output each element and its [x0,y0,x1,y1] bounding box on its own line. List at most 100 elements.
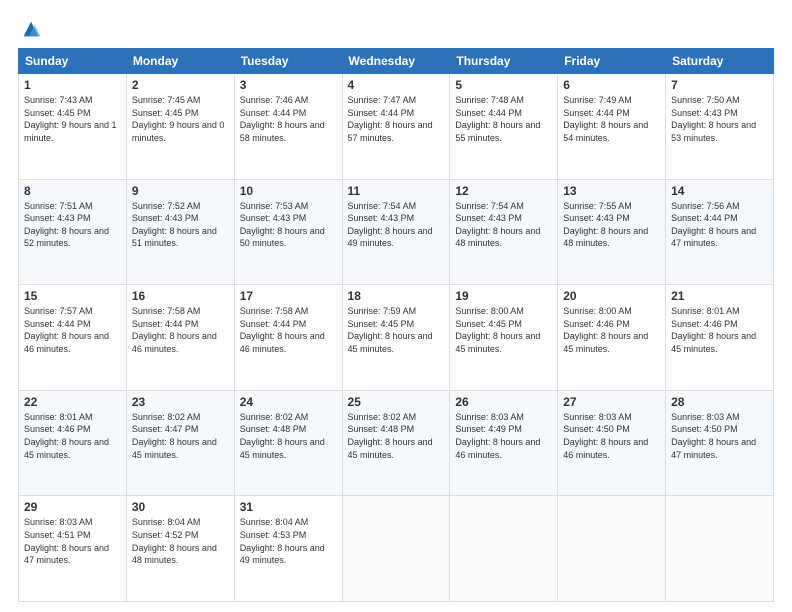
calendar-week-5: 29 Sunrise: 8:03 AMSunset: 4:51 PMDaylig… [19,496,774,602]
logo-text [18,18,42,40]
day-number: 1 [24,78,121,92]
calendar-cell: 25 Sunrise: 8:02 AMSunset: 4:48 PMDaylig… [342,390,450,496]
day-info: Sunrise: 8:03 AMSunset: 4:50 PMDaylight:… [563,412,648,460]
calendar-cell: 20 Sunrise: 8:00 AMSunset: 4:46 PMDaylig… [558,285,666,391]
calendar-cell [666,496,774,602]
day-info: Sunrise: 8:04 AMSunset: 4:52 PMDaylight:… [132,517,217,565]
day-number: 15 [24,289,121,303]
calendar-body: 1 Sunrise: 7:43 AMSunset: 4:45 PMDayligh… [19,74,774,602]
day-number: 30 [132,500,229,514]
day-info: Sunrise: 7:47 AMSunset: 4:44 PMDaylight:… [348,95,433,143]
day-info: Sunrise: 7:48 AMSunset: 4:44 PMDaylight:… [455,95,540,143]
calendar-cell: 19 Sunrise: 8:00 AMSunset: 4:45 PMDaylig… [450,285,558,391]
header [18,18,774,40]
calendar-cell: 22 Sunrise: 8:01 AMSunset: 4:46 PMDaylig… [19,390,127,496]
weekday-friday: Friday [558,49,666,74]
day-info: Sunrise: 8:02 AMSunset: 4:48 PMDaylight:… [240,412,325,460]
day-number: 7 [671,78,768,92]
day-info: Sunrise: 8:01 AMSunset: 4:46 PMDaylight:… [671,306,756,354]
calendar-cell [558,496,666,602]
calendar-cell: 28 Sunrise: 8:03 AMSunset: 4:50 PMDaylig… [666,390,774,496]
day-info: Sunrise: 8:00 AMSunset: 4:46 PMDaylight:… [563,306,648,354]
day-info: Sunrise: 7:50 AMSunset: 4:43 PMDaylight:… [671,95,756,143]
day-info: Sunrise: 7:53 AMSunset: 4:43 PMDaylight:… [240,201,325,249]
day-info: Sunrise: 7:54 AMSunset: 4:43 PMDaylight:… [455,201,540,249]
calendar-cell [450,496,558,602]
day-info: Sunrise: 7:59 AMSunset: 4:45 PMDaylight:… [348,306,433,354]
day-info: Sunrise: 8:03 AMSunset: 4:51 PMDaylight:… [24,517,109,565]
day-number: 11 [348,184,445,198]
calendar-cell: 31 Sunrise: 8:04 AMSunset: 4:53 PMDaylig… [234,496,342,602]
calendar-cell: 16 Sunrise: 7:58 AMSunset: 4:44 PMDaylig… [126,285,234,391]
calendar-cell: 12 Sunrise: 7:54 AMSunset: 4:43 PMDaylig… [450,179,558,285]
day-number: 4 [348,78,445,92]
day-number: 27 [563,395,660,409]
calendar-cell: 21 Sunrise: 8:01 AMSunset: 4:46 PMDaylig… [666,285,774,391]
calendar-cell: 3 Sunrise: 7:46 AMSunset: 4:44 PMDayligh… [234,74,342,180]
day-info: Sunrise: 7:54 AMSunset: 4:43 PMDaylight:… [348,201,433,249]
calendar-week-3: 15 Sunrise: 7:57 AMSunset: 4:44 PMDaylig… [19,285,774,391]
calendar-cell: 15 Sunrise: 7:57 AMSunset: 4:44 PMDaylig… [19,285,127,391]
calendar-cell: 10 Sunrise: 7:53 AMSunset: 4:43 PMDaylig… [234,179,342,285]
calendar-cell: 24 Sunrise: 8:02 AMSunset: 4:48 PMDaylig… [234,390,342,496]
calendar-cell: 11 Sunrise: 7:54 AMSunset: 4:43 PMDaylig… [342,179,450,285]
calendar-cell: 27 Sunrise: 8:03 AMSunset: 4:50 PMDaylig… [558,390,666,496]
calendar-cell [342,496,450,602]
day-info: Sunrise: 8:00 AMSunset: 4:45 PMDaylight:… [455,306,540,354]
day-number: 22 [24,395,121,409]
calendar-cell: 14 Sunrise: 7:56 AMSunset: 4:44 PMDaylig… [666,179,774,285]
day-number: 24 [240,395,337,409]
day-number: 23 [132,395,229,409]
calendar-week-1: 1 Sunrise: 7:43 AMSunset: 4:45 PMDayligh… [19,74,774,180]
calendar-cell: 26 Sunrise: 8:03 AMSunset: 4:49 PMDaylig… [450,390,558,496]
day-info: Sunrise: 7:55 AMSunset: 4:43 PMDaylight:… [563,201,648,249]
weekday-monday: Monday [126,49,234,74]
logo-icon [20,18,42,40]
day-info: Sunrise: 7:45 AMSunset: 4:45 PMDaylight:… [132,95,225,143]
day-number: 16 [132,289,229,303]
day-info: Sunrise: 7:58 AMSunset: 4:44 PMDaylight:… [132,306,217,354]
day-number: 31 [240,500,337,514]
day-info: Sunrise: 7:46 AMSunset: 4:44 PMDaylight:… [240,95,325,143]
day-number: 20 [563,289,660,303]
calendar-cell: 8 Sunrise: 7:51 AMSunset: 4:43 PMDayligh… [19,179,127,285]
page: SundayMondayTuesdayWednesdayThursdayFrid… [0,0,792,612]
day-info: Sunrise: 8:03 AMSunset: 4:50 PMDaylight:… [671,412,756,460]
weekday-header: SundayMondayTuesdayWednesdayThursdayFrid… [19,49,774,74]
day-number: 6 [563,78,660,92]
day-info: Sunrise: 7:56 AMSunset: 4:44 PMDaylight:… [671,201,756,249]
day-number: 13 [563,184,660,198]
day-number: 25 [348,395,445,409]
calendar-week-2: 8 Sunrise: 7:51 AMSunset: 4:43 PMDayligh… [19,179,774,285]
day-info: Sunrise: 7:52 AMSunset: 4:43 PMDaylight:… [132,201,217,249]
day-number: 19 [455,289,552,303]
calendar-cell: 7 Sunrise: 7:50 AMSunset: 4:43 PMDayligh… [666,74,774,180]
logo [18,18,42,40]
weekday-wednesday: Wednesday [342,49,450,74]
day-info: Sunrise: 7:58 AMSunset: 4:44 PMDaylight:… [240,306,325,354]
day-number: 29 [24,500,121,514]
day-number: 10 [240,184,337,198]
calendar: SundayMondayTuesdayWednesdayThursdayFrid… [18,48,774,602]
weekday-sunday: Sunday [19,49,127,74]
day-info: Sunrise: 8:04 AMSunset: 4:53 PMDaylight:… [240,517,325,565]
day-info: Sunrise: 8:03 AMSunset: 4:49 PMDaylight:… [455,412,540,460]
day-info: Sunrise: 8:01 AMSunset: 4:46 PMDaylight:… [24,412,109,460]
calendar-cell: 5 Sunrise: 7:48 AMSunset: 4:44 PMDayligh… [450,74,558,180]
calendar-cell: 4 Sunrise: 7:47 AMSunset: 4:44 PMDayligh… [342,74,450,180]
calendar-cell: 29 Sunrise: 8:03 AMSunset: 4:51 PMDaylig… [19,496,127,602]
day-number: 12 [455,184,552,198]
day-number: 8 [24,184,121,198]
calendar-cell: 30 Sunrise: 8:04 AMSunset: 4:52 PMDaylig… [126,496,234,602]
day-number: 5 [455,78,552,92]
day-number: 17 [240,289,337,303]
calendar-cell: 1 Sunrise: 7:43 AMSunset: 4:45 PMDayligh… [19,74,127,180]
calendar-cell: 9 Sunrise: 7:52 AMSunset: 4:43 PMDayligh… [126,179,234,285]
day-number: 21 [671,289,768,303]
calendar-cell: 17 Sunrise: 7:58 AMSunset: 4:44 PMDaylig… [234,285,342,391]
day-number: 3 [240,78,337,92]
calendar-cell: 6 Sunrise: 7:49 AMSunset: 4:44 PMDayligh… [558,74,666,180]
calendar-cell: 18 Sunrise: 7:59 AMSunset: 4:45 PMDaylig… [342,285,450,391]
calendar-cell: 23 Sunrise: 8:02 AMSunset: 4:47 PMDaylig… [126,390,234,496]
day-info: Sunrise: 7:49 AMSunset: 4:44 PMDaylight:… [563,95,648,143]
